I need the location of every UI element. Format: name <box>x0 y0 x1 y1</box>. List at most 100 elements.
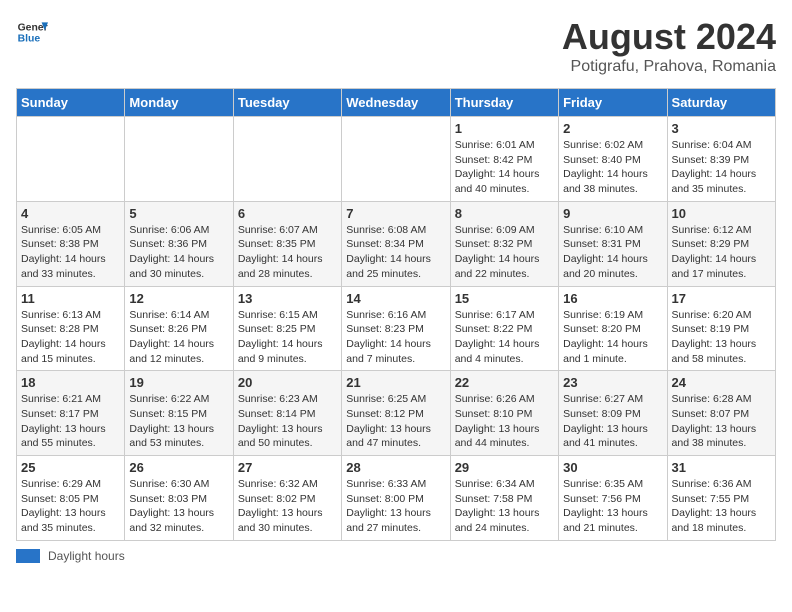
calendar-cell <box>17 117 125 202</box>
calendar-cell: 14 Sunrise: 6:16 AMSunset: 8:23 PMDayligh… <box>342 286 450 371</box>
day-info: Sunrise: 6:32 AMSunset: 8:02 PMDaylight:… <box>238 477 337 536</box>
calendar-cell: 19Sunrise: 6:22 AMSunset: 8:15 PMDayligh… <box>125 371 233 456</box>
day-info: Sunrise: 6:16 AMSunset: 8:23 PMDaylight:… <box>346 308 445 367</box>
calendar-week-row: 11 Sunrise: 6:13 AMSunset: 8:28 PMDayligh… <box>17 286 776 371</box>
calendar-week-row: 25 Sunrise: 6:29 AMSunset: 8:05 PMDayligh… <box>17 456 776 541</box>
day-number: 11 <box>21 291 120 306</box>
day-number: 4 <box>21 206 120 221</box>
calendar-cell: 27 Sunrise: 6:32 AMSunset: 8:02 PMDayligh… <box>233 456 341 541</box>
day-info: Sunrise: 6:12 AMSunset: 8:29 PMDaylight:… <box>672 223 771 282</box>
calendar-cell: 13 Sunrise: 6:15 AMSunset: 8:25 PMDayligh… <box>233 286 341 371</box>
day-info: Sunrise: 6:36 AMSunset: 7:55 PMDaylight:… <box>672 477 771 536</box>
svg-text:Blue: Blue <box>18 34 41 45</box>
day-info: Sunrise: 6:23 AMSunset: 8:14 PMDaylight:… <box>238 392 337 451</box>
day-info: Sunrise: 6:20 AMSunset: 8:19 PMDaylight:… <box>672 308 771 367</box>
day-number: 17 <box>672 291 771 306</box>
day-info: Sunrise: 6:05 AMSunset: 8:38 PMDaylight:… <box>21 223 120 282</box>
calendar-table: SundayMondayTuesdayWednesdayThursdayFrid… <box>16 88 776 541</box>
calendar-cell: 7 Sunrise: 6:08 AMSunset: 8:34 PMDaylight… <box>342 201 450 286</box>
day-number: 22 <box>455 375 554 390</box>
day-number: 10 <box>672 206 771 221</box>
month-year-title: August 2024 <box>562 16 776 58</box>
day-number: 20 <box>238 375 337 390</box>
calendar-cell: 24 Sunrise: 6:28 AMSunset: 8:07 PMDayligh… <box>667 371 775 456</box>
logo-icon: General Blue <box>16 16 48 48</box>
legend-label: Daylight hours <box>48 549 125 563</box>
day-info: Sunrise: 6:21 AMSunset: 8:17 PMDaylight:… <box>21 392 120 451</box>
calendar-cell: 10 Sunrise: 6:12 AMSunset: 8:29 PMDayligh… <box>667 201 775 286</box>
calendar-cell: 5Sunrise: 6:06 AMSunset: 8:36 PMDaylight… <box>125 201 233 286</box>
day-info: Sunrise: 6:34 AMSunset: 7:58 PMDaylight:… <box>455 477 554 536</box>
calendar-cell: 12Sunrise: 6:14 AMSunset: 8:26 PMDayligh… <box>125 286 233 371</box>
day-number: 2 <box>563 121 662 136</box>
calendar-cell: 30 Sunrise: 6:35 AMSunset: 7:56 PMDayligh… <box>559 456 667 541</box>
day-info: Sunrise: 6:13 AMSunset: 8:28 PMDaylight:… <box>21 308 120 367</box>
day-info: Sunrise: 6:04 AMSunset: 8:39 PMDaylight:… <box>672 138 771 197</box>
calendar-week-row: 4 Sunrise: 6:05 AMSunset: 8:38 PMDaylight… <box>17 201 776 286</box>
calendar-cell: 31 Sunrise: 6:36 AMSunset: 7:55 PMDayligh… <box>667 456 775 541</box>
calendar-cell <box>125 117 233 202</box>
day-number: 31 <box>672 460 771 475</box>
calendar-cell: 18Sunrise: 6:21 AMSunset: 8:17 PMDayligh… <box>17 371 125 456</box>
calendar-cell <box>342 117 450 202</box>
day-info: Sunrise: 6:33 AMSunset: 8:00 PMDaylight:… <box>346 477 445 536</box>
day-info: Sunrise: 6:06 AMSunset: 8:36 PMDaylight:… <box>129 223 228 282</box>
calendar-cell: 8Sunrise: 6:09 AMSunset: 8:32 PMDaylight… <box>450 201 558 286</box>
location-subtitle: Potigrafu, Prahova, Romania <box>562 58 776 76</box>
day-number: 24 <box>672 375 771 390</box>
weekday-header-thursday: Thursday <box>450 89 558 117</box>
calendar-cell: 26 Sunrise: 6:30 AMSunset: 8:03 PMDayligh… <box>125 456 233 541</box>
calendar-cell: 20 Sunrise: 6:23 AMSunset: 8:14 PMDayligh… <box>233 371 341 456</box>
day-number: 9 <box>563 206 662 221</box>
day-number: 29 <box>455 460 554 475</box>
day-info: Sunrise: 6:25 AMSunset: 8:12 PMDaylight:… <box>346 392 445 451</box>
weekday-header-friday: Friday <box>559 89 667 117</box>
weekday-header-row: SundayMondayTuesdayWednesdayThursdayFrid… <box>17 89 776 117</box>
day-number: 14 <box>346 291 445 306</box>
weekday-header-tuesday: Tuesday <box>233 89 341 117</box>
day-info: Sunrise: 6:07 AMSunset: 8:35 PMDaylight:… <box>238 223 337 282</box>
day-number: 12 <box>129 291 228 306</box>
day-info: Sunrise: 6:17 AMSunset: 8:22 PMDaylight:… <box>455 308 554 367</box>
day-number: 21 <box>346 375 445 390</box>
calendar-cell: 22 Sunrise: 6:26 AMSunset: 8:10 PMDayligh… <box>450 371 558 456</box>
day-number: 26 <box>129 460 228 475</box>
day-number: 27 <box>238 460 337 475</box>
calendar-cell: 3 Sunrise: 6:04 AMSunset: 8:39 PMDaylight… <box>667 117 775 202</box>
legend-color-box <box>16 549 40 563</box>
legend: Daylight hours <box>16 549 776 563</box>
day-info: Sunrise: 6:27 AMSunset: 8:09 PMDaylight:… <box>563 392 662 451</box>
day-number: 25 <box>21 460 120 475</box>
calendar-cell <box>233 117 341 202</box>
calendar-cell: 25 Sunrise: 6:29 AMSunset: 8:05 PMDayligh… <box>17 456 125 541</box>
day-info: Sunrise: 6:28 AMSunset: 8:07 PMDaylight:… <box>672 392 771 451</box>
day-number: 1 <box>455 121 554 136</box>
day-number: 23 <box>563 375 662 390</box>
weekday-header-sunday: Sunday <box>17 89 125 117</box>
calendar-cell: 4 Sunrise: 6:05 AMSunset: 8:38 PMDaylight… <box>17 201 125 286</box>
calendar-cell: 16 Sunrise: 6:19 AMSunset: 8:20 PMDayligh… <box>559 286 667 371</box>
day-info: Sunrise: 6:15 AMSunset: 8:25 PMDaylight:… <box>238 308 337 367</box>
day-info: Sunrise: 6:35 AMSunset: 7:56 PMDaylight:… <box>563 477 662 536</box>
day-number: 30 <box>563 460 662 475</box>
day-info: Sunrise: 6:19 AMSunset: 8:20 PMDaylight:… <box>563 308 662 367</box>
day-number: 7 <box>346 206 445 221</box>
calendar-week-row: 1Sunrise: 6:01 AMSunset: 8:42 PMDaylight… <box>17 117 776 202</box>
day-info: Sunrise: 6:30 AMSunset: 8:03 PMDaylight:… <box>129 477 228 536</box>
weekday-header-monday: Monday <box>125 89 233 117</box>
calendar-cell: 28 Sunrise: 6:33 AMSunset: 8:00 PMDayligh… <box>342 456 450 541</box>
day-number: 3 <box>672 121 771 136</box>
day-info: Sunrise: 6:08 AMSunset: 8:34 PMDaylight:… <box>346 223 445 282</box>
weekday-header-saturday: Saturday <box>667 89 775 117</box>
calendar-cell: 17 Sunrise: 6:20 AMSunset: 8:19 PMDayligh… <box>667 286 775 371</box>
calendar-cell: 15Sunrise: 6:17 AMSunset: 8:22 PMDayligh… <box>450 286 558 371</box>
day-info: Sunrise: 6:29 AMSunset: 8:05 PMDaylight:… <box>21 477 120 536</box>
day-number: 28 <box>346 460 445 475</box>
calendar-cell: 1Sunrise: 6:01 AMSunset: 8:42 PMDaylight… <box>450 117 558 202</box>
calendar-cell: 6 Sunrise: 6:07 AMSunset: 8:35 PMDaylight… <box>233 201 341 286</box>
day-number: 13 <box>238 291 337 306</box>
day-info: Sunrise: 6:26 AMSunset: 8:10 PMDaylight:… <box>455 392 554 451</box>
day-number: 16 <box>563 291 662 306</box>
title-block: August 2024 Potigrafu, Prahova, Romania <box>562 16 776 76</box>
day-number: 6 <box>238 206 337 221</box>
